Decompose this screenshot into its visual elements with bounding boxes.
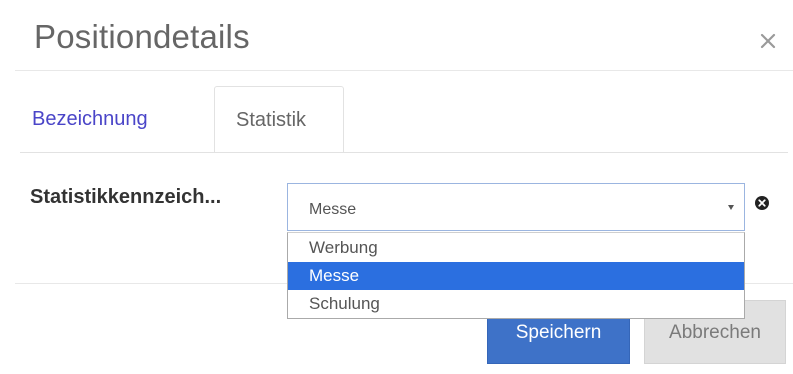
statistikkennzeichen-select[interactable]: Messe	[287, 183, 745, 231]
caret-down-icon	[728, 205, 734, 210]
times-circle-icon	[755, 196, 769, 210]
tab-bezeichnung[interactable]: Bezeichnung	[20, 86, 212, 153]
close-icon	[760, 33, 776, 49]
clear-selection-button[interactable]	[754, 195, 770, 211]
header-divider	[15, 70, 793, 71]
select-current-value: Messe	[309, 201, 357, 218]
option-schulung[interactable]: Schulung	[288, 290, 744, 318]
option-werbung[interactable]: Werbung	[288, 234, 744, 262]
tabs-divider	[20, 152, 788, 153]
tab-statistik[interactable]: Statistik	[214, 86, 344, 153]
select-dropdown-list: Werbung Messe Schulung	[287, 232, 745, 319]
option-messe[interactable]: Messe	[288, 262, 744, 290]
position-details-dialog: Positiondetails Bezeichnung Statistik St…	[0, 0, 793, 374]
statistikkennzeichen-label: Statistikkennzeich...	[30, 186, 222, 208]
close-button[interactable]	[753, 26, 783, 56]
dialog-title: Positiondetails	[34, 18, 250, 55]
